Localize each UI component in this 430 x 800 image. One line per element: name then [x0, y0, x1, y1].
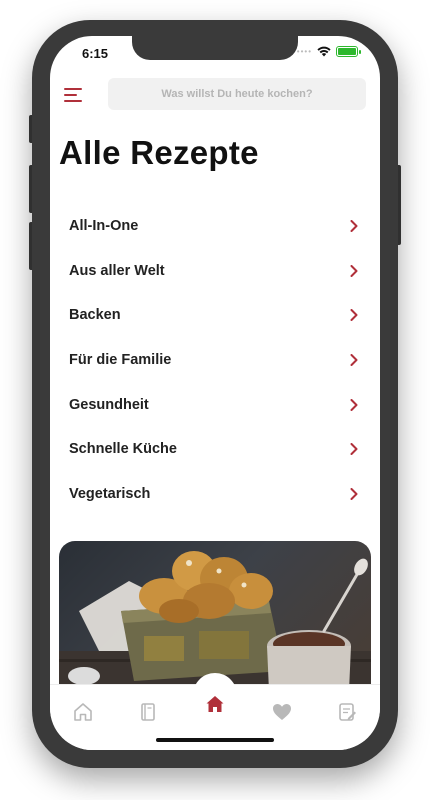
category-label: Für die Familie [69, 352, 172, 369]
phone-screen: 6:15 •••• Alle Rezepte All-In-One Aus al… [50, 36, 380, 750]
chevron-right-icon [350, 443, 358, 456]
category-item-schnelle-kueche[interactable]: Schnelle Küche [50, 427, 380, 472]
chevron-right-icon [350, 309, 358, 322]
chevron-right-icon [350, 487, 358, 500]
tab-notes[interactable] [327, 695, 367, 729]
category-label: Gesundheit [69, 396, 149, 413]
category-item-all-in-one[interactable]: All-In-One [50, 204, 380, 249]
category-item-fuer-die-familie[interactable]: Für die Familie [50, 338, 380, 383]
chevron-right-icon [350, 354, 358, 367]
notes-icon [339, 703, 357, 721]
hamburger-menu-icon[interactable] [64, 88, 82, 102]
tab-home-outline[interactable] [63, 695, 103, 729]
status-time: 6:15 [82, 46, 109, 61]
category-item-aus-aller-welt[interactable]: Aus aller Welt [50, 249, 380, 294]
home-icon [206, 696, 224, 712]
chevron-right-icon [350, 220, 358, 233]
category-label: All-In-One [69, 218, 139, 235]
heart-icon [273, 704, 292, 720]
chevron-right-icon [350, 264, 358, 277]
wifi-icon [317, 46, 331, 57]
chevron-right-icon [350, 398, 358, 411]
battery-icon [336, 46, 361, 57]
tab-favorites[interactable] [262, 695, 302, 729]
page-title: Alle Rezepte [59, 134, 259, 171]
home-indicator [156, 738, 274, 742]
cookbook-icon [140, 703, 155, 721]
category-label: Schnelle Küche [69, 441, 177, 458]
category-label: Backen [69, 307, 121, 324]
tab-cookbook[interactable] [128, 695, 168, 729]
category-item-vegetarisch[interactable]: Vegetarisch [50, 472, 380, 517]
search-input[interactable] [108, 78, 366, 110]
status-icons: •••• [296, 46, 361, 57]
category-list: All-In-One Aus aller Welt Backen Für die… [50, 204, 380, 516]
signal-icon: •••• [296, 47, 312, 56]
notch [132, 36, 298, 60]
category-label: Vegetarisch [69, 485, 151, 502]
tab-home-active[interactable] [192, 673, 237, 717]
category-item-gesundheit[interactable]: Gesundheit [50, 382, 380, 427]
category-item-backen[interactable]: Backen [50, 293, 380, 338]
category-label: Aus aller Welt [69, 262, 165, 279]
home-outline-icon [73, 703, 92, 721]
